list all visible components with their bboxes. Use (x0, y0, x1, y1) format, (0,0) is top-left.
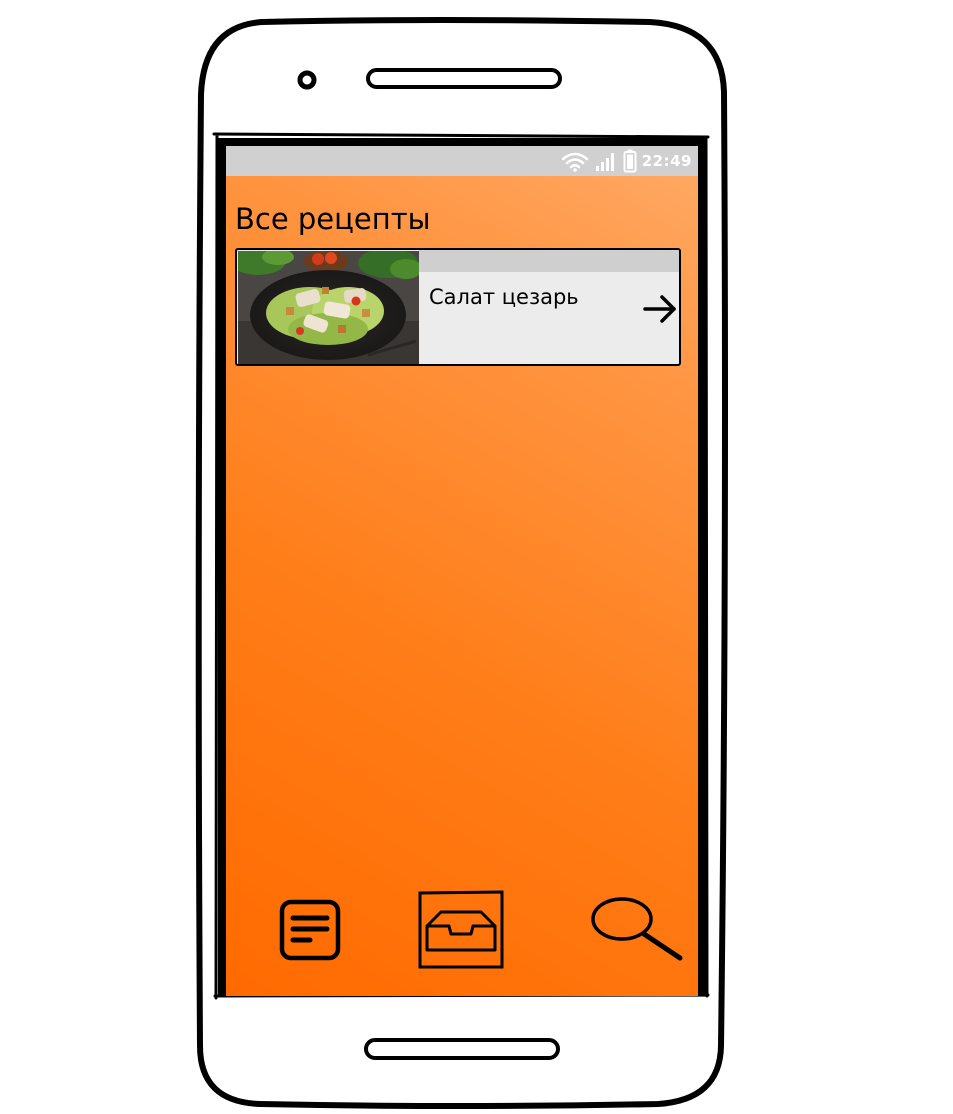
battery-icon (623, 149, 637, 173)
caesar-salad-photo (238, 251, 419, 364)
search-icon[interactable] (590, 896, 686, 964)
arrow-right-icon[interactable] (643, 294, 677, 324)
signal-icon (595, 153, 614, 171)
home-button-slot[interactable] (364, 1038, 560, 1060)
camera-icon (297, 70, 317, 90)
inbox-icon[interactable] (417, 890, 505, 970)
recipe-card[interactable]: Салат цезарь (235, 248, 681, 366)
page-title: Все рецепты (235, 202, 431, 236)
status-time: 22:49 (641, 152, 692, 170)
recipe-name: Салат цезарь (429, 285, 579, 309)
list-icon[interactable] (278, 898, 342, 962)
recipe-card-topbar (419, 250, 679, 272)
status-icons: 22:49 (561, 149, 692, 173)
earpiece-slot (366, 68, 562, 89)
wifi-icon (561, 152, 588, 172)
phone-screen: 22:49 Все рецепты Салат цезарь (226, 146, 698, 996)
status-bar: 22:49 (226, 146, 698, 176)
